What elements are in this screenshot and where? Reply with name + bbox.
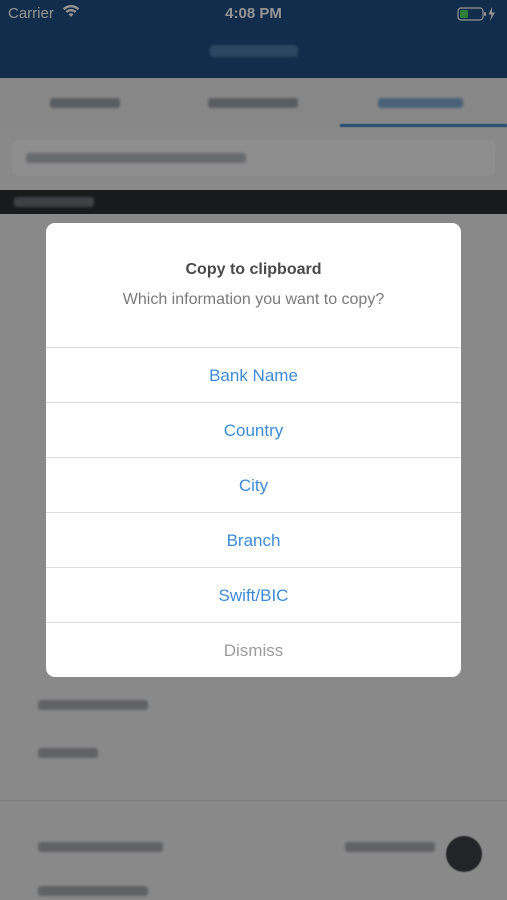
copy-swift-bic-button[interactable]: Swift/BIC [46,568,461,623]
alert-message: Which information you want to copy? [122,291,385,308]
copy-city-button[interactable]: City [46,458,461,513]
alert-actions: Bank Name Country City Branch Swift/BIC … [46,348,461,677]
copy-alert-dialog: Copy to clipboard Which information you … [46,223,461,677]
dismiss-button[interactable]: Dismiss [46,623,461,677]
alert-header: Copy to clipboard Which information you … [46,223,461,348]
copy-bank-name-button[interactable]: Bank Name [46,348,461,403]
copy-country-button[interactable]: Country [46,403,461,458]
copy-branch-button[interactable]: Branch [46,513,461,568]
alert-title: Copy to clipboard [185,261,322,278]
